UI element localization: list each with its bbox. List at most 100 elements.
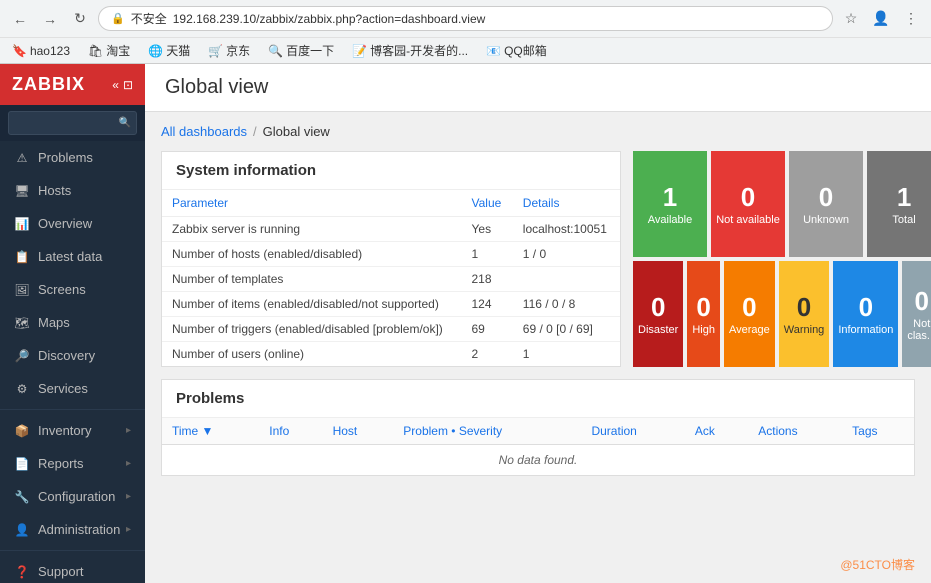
breadcrumb-home-link[interactable]: All dashboards: [161, 124, 247, 139]
hosts-icon: 🖥: [14, 184, 30, 198]
latest-data-icon: 📋: [14, 250, 30, 264]
sidebar-item-label: Overview: [38, 216, 92, 231]
param-cell: Zabbix server is running: [162, 217, 462, 242]
app-container: ZABBIX « ⊡ ⚠ Problems 🖥 Hosts: [0, 64, 931, 583]
tile-information[interactable]: 0 Information: [833, 261, 898, 367]
sidebar-item-maps[interactable]: 🗺 Maps: [0, 306, 145, 339]
tile-count: 1: [897, 182, 911, 213]
overview-icon: 📊: [14, 217, 30, 231]
problems-table: Time ▼ Info Host Problem • Severity Dura…: [162, 418, 914, 475]
col-host[interactable]: Host: [323, 418, 394, 445]
bookmark-baidu[interactable]: 🔍 百度一下: [264, 40, 338, 61]
dashboard-grid: System information Parameter Value Detai…: [161, 151, 915, 367]
address-url: 192.168.239.10/zabbix/zabbix.php?action=…: [173, 12, 486, 26]
value-cell: 218: [462, 267, 513, 292]
tile-unknown[interactable]: 0 Unknown: [789, 151, 863, 257]
browser-chrome: ← → ↻ 🔒 不安全 192.168.239.10/zabbix/zabbix…: [0, 0, 931, 64]
col-time[interactable]: Time ▼: [162, 418, 259, 445]
sidebar-search: [0, 105, 145, 141]
sidebar-item-discovery[interactable]: 🔎 Discovery: [0, 339, 145, 372]
sidebar-item-label: Support: [38, 564, 84, 579]
address-bar[interactable]: 🔒 不安全 192.168.239.10/zabbix/zabbix.php?a…: [98, 6, 833, 31]
tile-not-classified[interactable]: 0 Not clas...: [902, 261, 931, 367]
param-cell: Number of items (enabled/disabled/not su…: [162, 292, 462, 317]
tile-count: 0: [819, 182, 833, 213]
bookmark-hao123[interactable]: 🔖 hao123: [8, 42, 74, 60]
expand-icon[interactable]: ⊡: [123, 78, 133, 92]
nav-item-left: 📋 Latest data: [14, 249, 102, 264]
details-cell: 1 / 0: [513, 242, 620, 267]
tile-average[interactable]: 0 Average: [724, 261, 775, 367]
arrow-icon: ▸: [126, 524, 131, 535]
value-cell: 69: [462, 317, 513, 342]
tile-high[interactable]: 0 High: [687, 261, 720, 367]
tile-count: 0: [696, 292, 710, 323]
col-duration[interactable]: Duration: [581, 418, 684, 445]
sidebar-item-reports[interactable]: 📄 Reports ▸: [0, 447, 145, 480]
browser-toolbar: ← → ↻ 🔒 不安全 192.168.239.10/zabbix/zabbix…: [0, 0, 931, 37]
tile-label: High: [692, 324, 715, 336]
screens-icon: 🖼: [14, 283, 30, 297]
breadcrumb-separator: /: [253, 124, 257, 139]
bookmark-jingdong[interactable]: 🛒 京东: [204, 40, 254, 61]
table-row: Zabbix server is running Yes localhost:1…: [162, 217, 620, 242]
col-ack[interactable]: Ack: [685, 418, 748, 445]
page-title: Global view: [165, 76, 268, 99]
sidebar-item-latest-data[interactable]: 📋 Latest data: [0, 240, 145, 273]
sidebar-item-label: Screens: [38, 282, 86, 297]
details-cell: 116 / 0 / 8: [513, 292, 620, 317]
security-label: 不安全: [131, 10, 167, 27]
col-parameter: Parameter: [162, 190, 462, 217]
sidebar-item-inventory[interactable]: 📦 Inventory ▸: [0, 414, 145, 447]
status-row-hosts: 1 Available 0 Not available 0 Unknown: [633, 151, 931, 257]
value-cell: 2: [462, 342, 513, 367]
menu-button[interactable]: ⋮: [899, 7, 923, 31]
value-cell: 124: [462, 292, 513, 317]
sidebar-logo: ZABBIX « ⊡: [0, 64, 145, 105]
col-tags[interactable]: Tags: [842, 418, 914, 445]
bookmark-star-button[interactable]: ☆: [839, 7, 863, 31]
bookmark-taobao[interactable]: 🛍 淘宝: [84, 40, 134, 61]
sidebar-item-support[interactable]: ❓ Support: [0, 555, 145, 583]
problems-panel: Problems Time ▼ Info Host Problem • Seve…: [161, 379, 915, 476]
tile-label: Unknown: [803, 214, 849, 226]
table-row: Number of users (online) 2 1: [162, 342, 620, 367]
sidebar-item-configuration[interactable]: 🔧 Configuration ▸: [0, 480, 145, 513]
col-actions[interactable]: Actions: [748, 418, 842, 445]
sidebar-item-overview[interactable]: 📊 Overview: [0, 207, 145, 240]
reload-button[interactable]: ↻: [68, 7, 92, 31]
nav-item-left: 🖼 Screens: [14, 282, 86, 297]
security-icon: 🔒: [111, 12, 125, 25]
bookmark-tianmao[interactable]: 🌐 天猫: [144, 40, 194, 61]
tile-count: 0: [797, 292, 811, 323]
forward-button[interactable]: →: [38, 7, 62, 31]
sidebar-item-label: Discovery: [38, 348, 95, 363]
tile-warning[interactable]: 0 Warning: [779, 261, 830, 367]
nav-item-left: ⚠ Problems: [14, 150, 93, 165]
sidebar-item-screens[interactable]: 🖼 Screens: [0, 273, 145, 306]
sidebar-item-hosts[interactable]: 🖥 Hosts: [0, 174, 145, 207]
zabbix-logo-text: ZABBIX: [12, 74, 85, 95]
collapse-icon[interactable]: «: [112, 78, 119, 92]
tile-not-available[interactable]: 0 Not available: [711, 151, 785, 257]
bookmark-qqmail[interactable]: 📧 QQ邮箱: [482, 40, 551, 61]
sidebar-item-label: Administration: [38, 522, 120, 537]
nav-item-left: ⚙ Services: [14, 381, 88, 396]
sidebar-item-problems[interactable]: ⚠ Problems: [0, 141, 145, 174]
back-button[interactable]: ←: [8, 7, 32, 31]
sidebar-item-services[interactable]: ⚙ Services: [0, 372, 145, 405]
tile-label: Average: [729, 324, 770, 336]
col-info[interactable]: Info: [259, 418, 322, 445]
sidebar-item-label: Services: [38, 381, 88, 396]
tile-label: Not clas...: [907, 318, 931, 342]
profile-button[interactable]: 👤: [869, 7, 893, 31]
tile-total[interactable]: 1 Total: [867, 151, 931, 257]
tile-disaster[interactable]: 0 Disaster: [633, 261, 683, 367]
col-problem[interactable]: Problem • Severity: [393, 418, 581, 445]
search-input[interactable]: [8, 111, 137, 135]
sidebar-item-administration[interactable]: 👤 Administration ▸: [0, 513, 145, 546]
bookmark-blog[interactable]: 📝 博客园-开发者的...: [348, 40, 472, 61]
sidebar-item-label: Latest data: [38, 249, 102, 264]
value-cell: Yes: [462, 217, 513, 242]
tile-available[interactable]: 1 Available: [633, 151, 707, 257]
